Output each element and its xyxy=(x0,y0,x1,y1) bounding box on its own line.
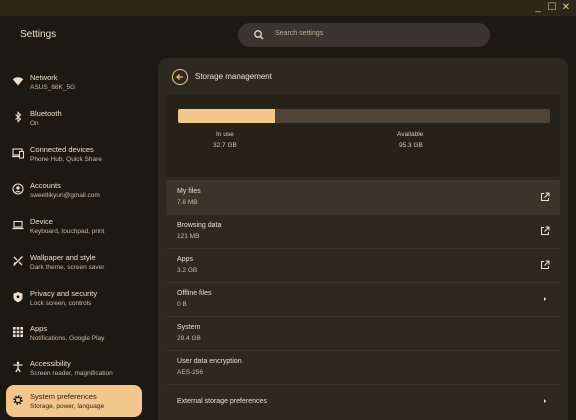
sidebar-item-title: Accessibility xyxy=(30,359,71,368)
sidebar-item-subtitle: Keyboard, touchpad, print xyxy=(30,228,105,235)
sidebar-item-accounts[interactable]: Accounts sweetlikyuri@gmail.com xyxy=(6,174,142,206)
row-value: 0 B xyxy=(177,301,187,308)
row-my-files[interactable]: My files 7.6 MB xyxy=(166,180,560,214)
in-use-value: 32.7 GB xyxy=(213,142,237,149)
minimize-button[interactable]: _ xyxy=(531,1,545,15)
sidebar-item-privacy[interactable]: Privacy and security Lock screen, contro… xyxy=(6,282,142,314)
row-title: Offline files xyxy=(177,290,212,297)
sidebar-item-title: Accounts xyxy=(30,181,61,190)
page-title: Storage management xyxy=(195,72,272,81)
sidebar-item-system-preferences[interactable]: System preferences Storage, power, langu… xyxy=(6,385,142,417)
sidebar-item-subtitle: Screen reader, magnification xyxy=(30,370,113,377)
row-offline-files[interactable]: Offline files 0 B xyxy=(166,282,560,316)
sidebar-item-subtitle: ASUS_68K_5G xyxy=(30,84,76,91)
in-use-label: In use xyxy=(216,131,234,138)
storage-usage-fill xyxy=(178,109,275,123)
sidebar-item-device[interactable]: Device Keyboard, touchpad, print xyxy=(6,210,142,242)
sidebar-item-network[interactable]: Network ASUS_68K_5G xyxy=(6,66,142,98)
row-user-data-encryption: User data encryption AES-256 xyxy=(166,350,560,384)
row-value: 7.6 MB xyxy=(177,199,198,206)
row-system: System 29.4 GB xyxy=(166,316,560,350)
sidebar-item-title: System preferences xyxy=(30,392,97,401)
sidebar-item-apps[interactable]: Apps Notifications, Google Play xyxy=(6,317,142,349)
search-bar[interactable]: Search settings xyxy=(238,23,490,47)
gear-icon xyxy=(13,395,23,405)
sidebar-item-bluetooth[interactable]: Bluetooth On xyxy=(6,102,142,134)
row-value: 3.2 GB xyxy=(177,267,198,274)
row-value: 121 MB xyxy=(177,233,200,240)
sidebar-item-title: Wallpaper and style xyxy=(30,253,96,262)
app-title: Settings xyxy=(20,29,57,40)
palette-icon xyxy=(13,256,23,266)
shield-icon xyxy=(13,292,23,303)
storage-usage-bar xyxy=(178,109,550,123)
close-button[interactable]: ✕ xyxy=(559,1,573,15)
row-title: Browsing data xyxy=(177,222,222,229)
row-value: AES-256 xyxy=(177,369,204,376)
sidebar-item-title: Connected devices xyxy=(30,145,94,154)
sidebar-item-subtitle: Phone Hub, Quick Share xyxy=(30,156,102,163)
search-input[interactable]: Search settings xyxy=(275,30,323,37)
sidebar-item-subtitle: Dark theme, screen saver xyxy=(30,264,105,271)
sidebar-item-subtitle: Notifications, Google Play xyxy=(30,335,105,342)
sidebar-item-title: Bluetooth xyxy=(30,109,62,118)
arrow-left-icon xyxy=(176,73,183,81)
open-external-icon[interactable] xyxy=(540,192,550,202)
account-icon xyxy=(12,183,24,195)
sidebar-item-wallpaper[interactable]: Wallpaper and style Dark theme, screen s… xyxy=(6,246,142,278)
row-title: External storage preferences xyxy=(177,398,267,405)
back-button[interactable] xyxy=(172,69,188,85)
sidebar-item-subtitle: Storage, power, language xyxy=(30,403,105,410)
title-bar xyxy=(0,0,576,16)
chevron-right-icon xyxy=(544,297,547,301)
sidebar-item-title: Privacy and security xyxy=(30,289,98,298)
laptop-icon xyxy=(12,220,24,230)
accessibility-icon xyxy=(13,361,23,373)
row-title: System xyxy=(177,324,201,331)
phone-laptop-icon xyxy=(12,148,24,159)
sidebar-item-title: Apps xyxy=(30,324,48,333)
row-value: 29.4 GB xyxy=(177,335,201,342)
open-external-icon[interactable] xyxy=(540,260,550,270)
bluetooth-icon xyxy=(15,111,22,123)
open-external-icon[interactable] xyxy=(540,226,550,236)
sidebar-item-subtitle: Lock screen, controls xyxy=(30,300,92,307)
wifi-icon xyxy=(12,77,24,86)
sidebar-item-subtitle: sweetlikyuri@gmail.com xyxy=(30,192,100,199)
available-label: Available xyxy=(397,131,424,138)
search-icon xyxy=(254,30,264,40)
sidebar-item-connected-devices[interactable]: Connected devices Phone Hub, Quick Share xyxy=(6,138,142,170)
sidebar-item-title: Network xyxy=(30,73,58,82)
sidebar-item-accessibility[interactable]: Accessibility Screen reader, magnificati… xyxy=(6,352,142,384)
row-external-storage-preferences[interactable]: External storage preferences xyxy=(166,384,560,418)
chevron-right-icon xyxy=(544,399,547,403)
sidebar-item-subtitle: On xyxy=(30,120,39,127)
row-title: User data encryption xyxy=(177,358,242,365)
row-title: Apps xyxy=(177,256,193,263)
row-browsing-data[interactable]: Browsing data 121 MB xyxy=(166,214,560,248)
apps-grid-icon xyxy=(13,327,23,337)
maximize-button[interactable]: ☐ xyxy=(545,1,559,15)
available-value: 95.3 GB xyxy=(399,142,423,149)
row-apps[interactable]: Apps 3.2 GB xyxy=(166,248,560,282)
row-title: My files xyxy=(177,188,201,195)
sidebar-item-title: Device xyxy=(30,217,53,226)
